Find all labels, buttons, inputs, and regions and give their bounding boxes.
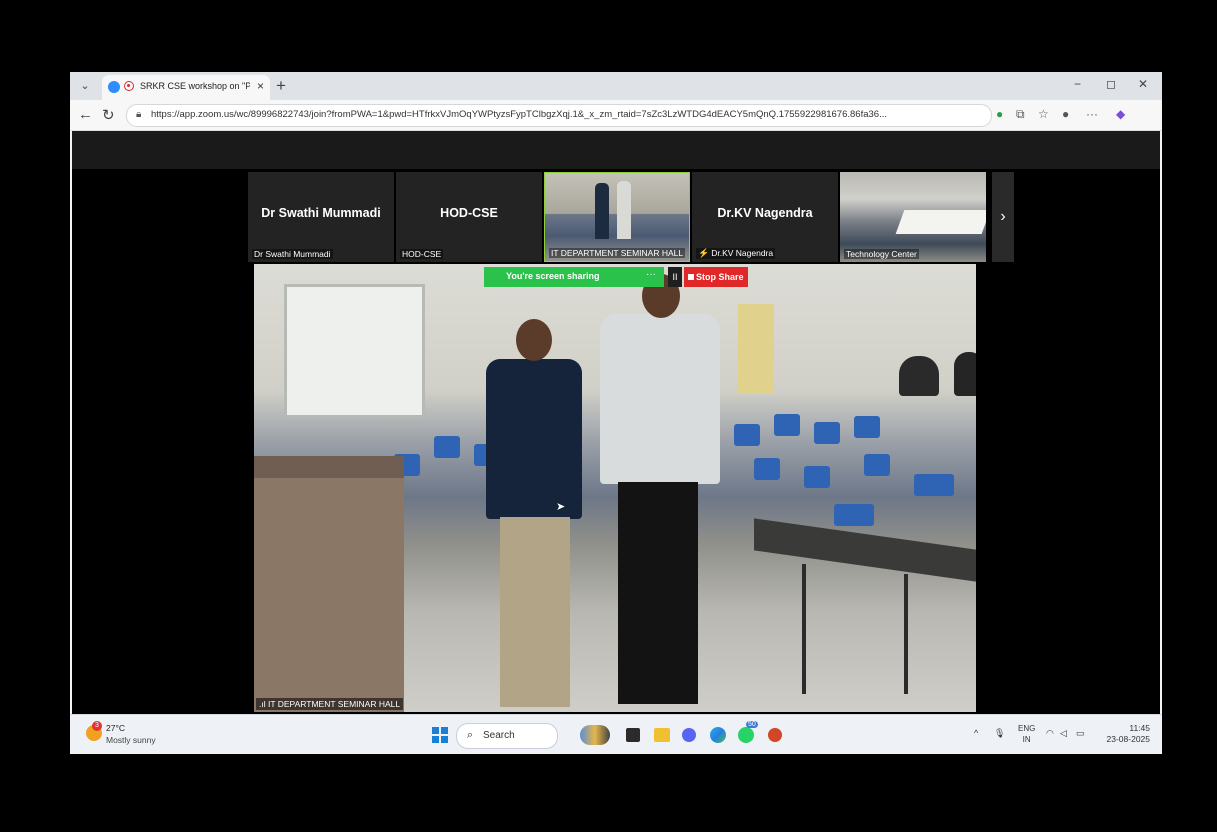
participant-label: Technology Center — [844, 249, 919, 259]
battery-icon[interactable]: ▭ — [1076, 728, 1085, 739]
lock-icon: 🔒︎ — [136, 109, 142, 120]
discord-icon[interactable] — [682, 728, 696, 742]
main-video: ➤ .ıl IT DEPARTMENT SEMINAR HALL — [254, 264, 976, 712]
extensions-icon[interactable]: ⧉ — [1016, 107, 1025, 122]
participant-label: HOD-CSE — [400, 249, 444, 259]
participant-label: Dr.KV Nagendra — [711, 248, 774, 258]
participant-name: Dr Swathi Mummadi — [261, 206, 381, 220]
edge-icon[interactable] — [710, 727, 726, 743]
seated-person — [954, 352, 976, 396]
participant-label: Dr Swathi Mummadi — [252, 249, 333, 259]
favorites-icon[interactable]: ☆ — [1038, 107, 1049, 121]
tab-actions-chevron-icon[interactable]: ⌄ — [78, 79, 92, 93]
door — [738, 304, 774, 394]
presenter-left — [482, 319, 586, 709]
participant-name: Dr.KV Nagendra — [717, 206, 813, 220]
task-view-icon[interactable] — [626, 728, 640, 742]
zoom-meeting-area: Dr Swathi Mummadi Dr Swathi Mummadi HOD-… — [72, 131, 1160, 714]
taskbar-search[interactable]: ⌕ Search — [456, 723, 558, 749]
zoom-favicon-icon — [108, 81, 120, 93]
participant-tile[interactable]: Dr.KV Nagendra ⚡ Dr.KV Nagendra — [692, 172, 838, 262]
search-highlight-icon[interactable] — [580, 725, 610, 745]
participant-strip: Dr Swathi Mummadi Dr Swathi Mummadi HOD-… — [248, 172, 1018, 262]
file-explorer-icon[interactable] — [654, 728, 670, 742]
pause-share-button[interactable]: II — [668, 267, 682, 287]
browser-toolbar: ← ↻ 🔒︎ https://app.zoom.us/wc/8999682274… — [70, 100, 1162, 131]
share-more-icon[interactable]: ··· — [646, 269, 656, 280]
stop-share-button[interactable]: Stop Share — [684, 267, 748, 287]
participant-tile-active[interactable]: IT DEPARTMENT SEMINAR HALL — [544, 172, 690, 262]
participant-tile[interactable]: HOD-CSE HOD-CSE — [396, 172, 542, 262]
participant-label: IT DEPARTMENT SEMINAR HALL — [549, 248, 686, 258]
maximize-button[interactable]: ◻ — [1106, 77, 1116, 91]
signal-bars-icon: .ıl — [259, 699, 268, 709]
grammarly-icon[interactable]: ● — [996, 107, 1003, 121]
screen-sharing-text: You're screen sharing — [506, 271, 600, 281]
search-label: Search — [483, 730, 515, 741]
system-clock[interactable]: 11:45 23-08-2025 — [1094, 723, 1150, 745]
podium — [254, 456, 404, 712]
new-tab-button[interactable]: + — [276, 76, 286, 96]
wifi-icon[interactable]: ◠ — [1046, 728, 1054, 739]
desktop-screen: ⌄ SRKR CSE workshop on "Prod × + − ◻ ✕ ←… — [70, 72, 1162, 754]
tab-close-button[interactable]: × — [257, 79, 264, 93]
weather-badge: 3 — [92, 721, 102, 731]
whatsapp-icon[interactable]: 50 — [738, 721, 758, 743]
browser-tab-strip: ⌄ SRKR CSE workshop on "Prod × + − ◻ ✕ — [70, 72, 1162, 100]
profile-icon[interactable]: ● — [1062, 107, 1069, 121]
weather-sun-icon[interactable]: 3 — [86, 721, 102, 741]
participant-tile[interactable]: Dr Swathi Mummadi Dr Swathi Mummadi — [248, 172, 394, 262]
zoom-top-bar — [72, 131, 1160, 169]
whatsapp-badge: 50 — [746, 721, 758, 728]
main-video-label: .ıl IT DEPARTMENT SEMINAR HALL — [256, 698, 404, 710]
whiteboard — [284, 284, 425, 418]
muted-mic-icon: ⚡ — [698, 248, 710, 258]
seated-person — [899, 356, 939, 396]
recording-icon — [124, 81, 134, 91]
back-arrow-icon[interactable]: ← — [78, 106, 93, 123]
windows-taskbar: 3 27°C Mostly sunny ⌕ Search 50 ^ 🎙︎ ENG… — [70, 714, 1162, 754]
address-bar[interactable]: 🔒︎ https://app.zoom.us/wc/89996822743/jo… — [126, 104, 992, 127]
microphone-icon[interactable]: 🎙︎ — [994, 728, 1005, 739]
copilot-icon[interactable]: ◆ — [1116, 107, 1125, 121]
show-hidden-icons-chevron-icon[interactable]: ^ — [974, 728, 978, 738]
participant-tile[interactable]: Technology Center — [840, 172, 986, 262]
volume-icon[interactable]: ◁ — [1060, 728, 1067, 739]
windows-start-icon[interactable] — [432, 727, 448, 743]
search-icon: ⌕ — [467, 729, 474, 741]
refresh-icon[interactable]: ↻ — [102, 106, 115, 124]
minimize-button[interactable]: − — [1074, 77, 1081, 91]
weather-temperature[interactable]: 27°C — [106, 723, 125, 733]
screen-sharing-banner[interactable]: You're screen sharing ··· — [484, 267, 664, 287]
powerpoint-icon[interactable] — [768, 728, 782, 742]
language-indicator[interactable]: ENG IN — [1018, 723, 1035, 745]
close-window-button[interactable]: ✕ — [1138, 77, 1148, 91]
mouse-cursor-icon: ➤ — [556, 501, 566, 513]
weather-condition[interactable]: Mostly sunny — [106, 735, 156, 745]
presenter-right — [600, 274, 720, 704]
more-menu-icon[interactable]: ··· — [1086, 107, 1098, 121]
participant-name: HOD-CSE — [440, 206, 498, 220]
participant-label-row: ⚡ Dr.KV Nagendra — [696, 248, 776, 259]
url-text[interactable]: https://app.zoom.us/wc/89996822743/join?… — [151, 109, 961, 120]
tab-title: SRKR CSE workshop on "Prod — [140, 81, 250, 91]
next-participants-chevron-icon[interactable]: › — [992, 172, 1014, 262]
stop-icon — [688, 274, 694, 280]
tab-zoom-workshop[interactable]: SRKR CSE workshop on "Prod × — [102, 75, 270, 100]
